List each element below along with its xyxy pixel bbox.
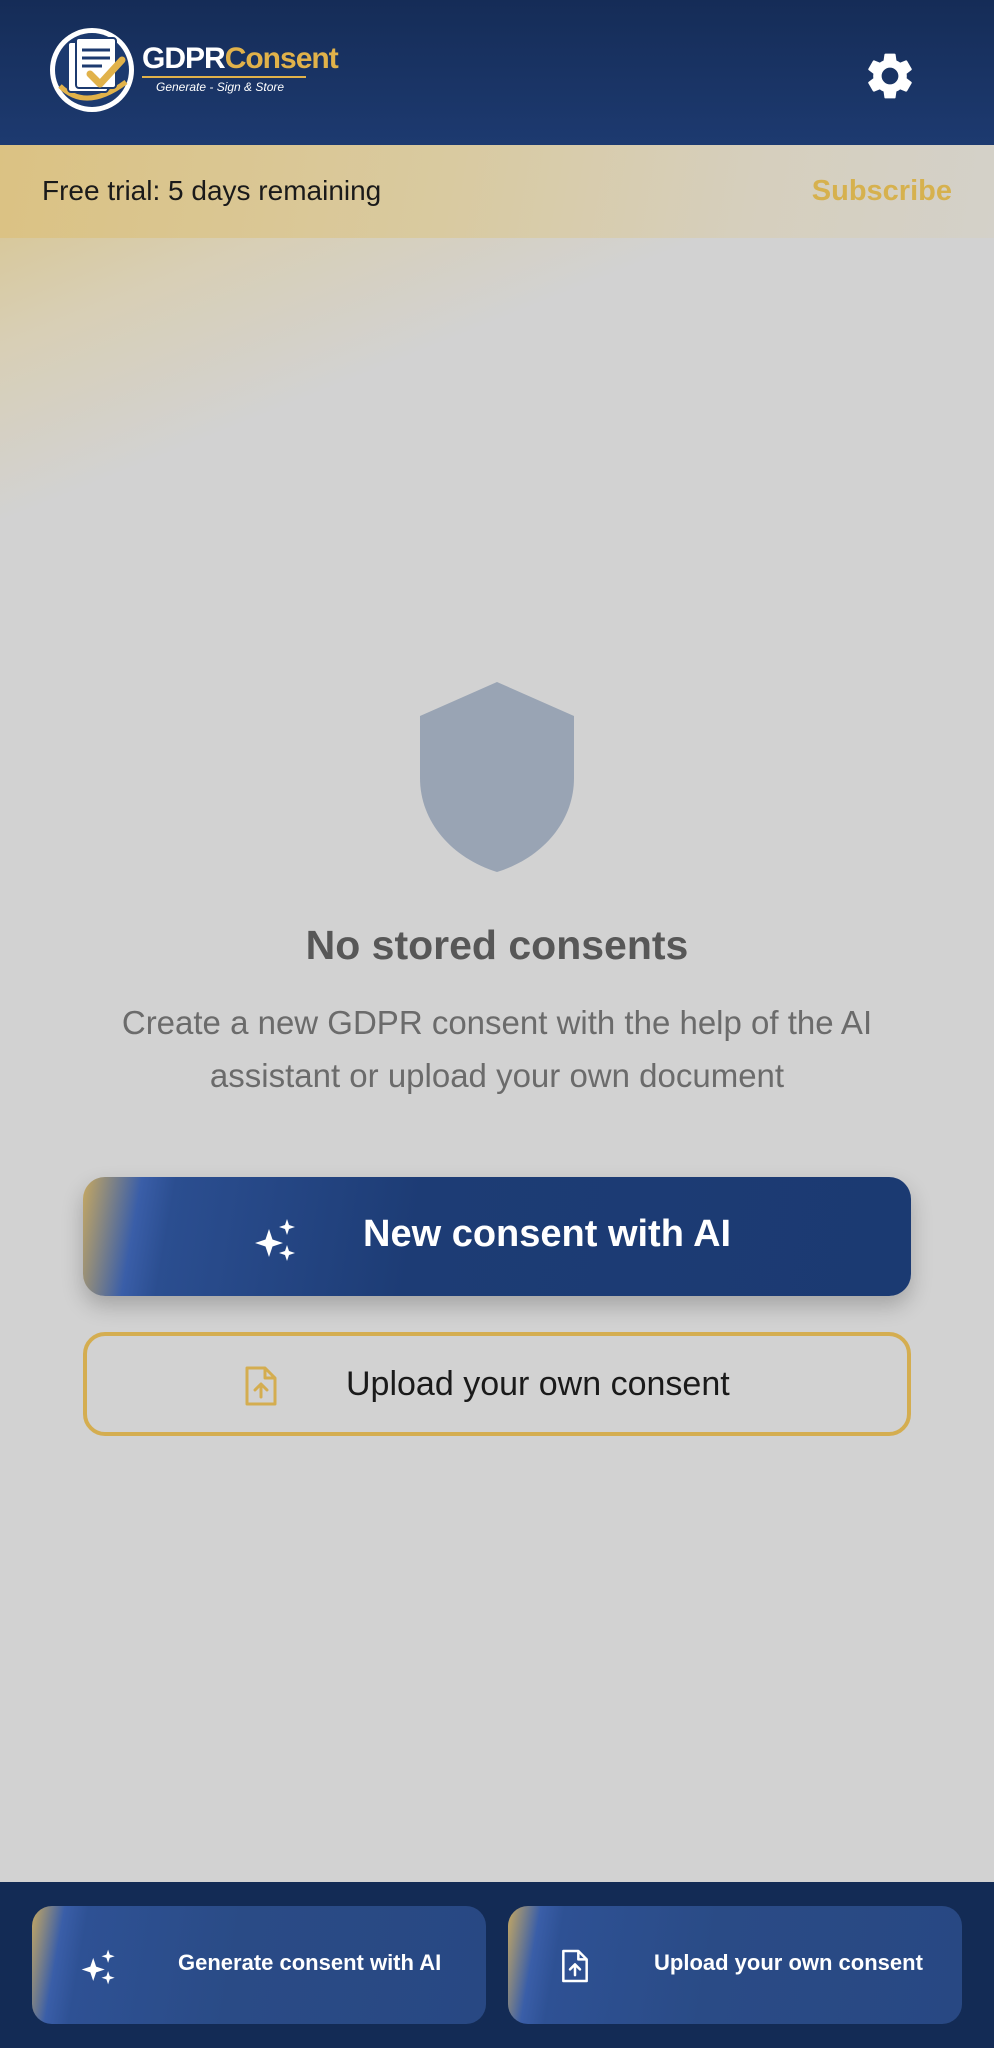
upload-consent-button[interactable]: Upload your own consent [83,1332,911,1436]
settings-button[interactable] [862,48,918,104]
bottom-action-bar: Generate consent with AI Upload your own… [0,1882,994,2048]
empty-state-title: No stored consents [305,922,689,968]
generate-consent-ai-label: Generate consent with AI [178,1950,442,1975]
logo-title: GDPRConsent [142,42,339,76]
new-consent-ai-label: New consent with AI [363,1213,732,1255]
shield-icon [420,682,574,872]
trial-status-text: Free trial: 5 days remaining [42,175,382,206]
upload-consent-label: Upload your own consent [346,1365,730,1403]
upload-own-consent-label: Upload your own consent [654,1950,923,1975]
upload-own-consent-button[interactable]: Upload your own consent [508,1906,962,2024]
gear-icon [868,53,912,99]
logo-wordmark: GDPRConsent Generate - Sign & Store [142,42,339,94]
document-check-icon [46,26,140,114]
empty-state-description: Create a new GDPR consent with the help … [121,1004,873,1094]
file-upload-icon [562,1949,588,1983]
generate-consent-ai-button[interactable]: Generate consent with AI [32,1906,486,2024]
logo-tagline: Generate - Sign & Store [142,76,306,94]
app-header: GDPRConsent Generate - Sign & Store [0,0,994,145]
file-upload-icon [245,1366,277,1406]
trial-banner: Free trial: 5 days remaining Subscribe [0,145,994,238]
logo-title-consent: Consent [224,42,339,75]
sparkles-icon [255,1219,295,1261]
app-logo[interactable]: GDPRConsent Generate - Sign & Store [46,26,339,114]
logo-title-gdpr: GDPR [142,42,226,75]
sparkles-icon [81,1949,115,1985]
subscribe-link[interactable]: Subscribe [812,175,952,208]
new-consent-ai-button[interactable]: New consent with AI [83,1177,911,1296]
